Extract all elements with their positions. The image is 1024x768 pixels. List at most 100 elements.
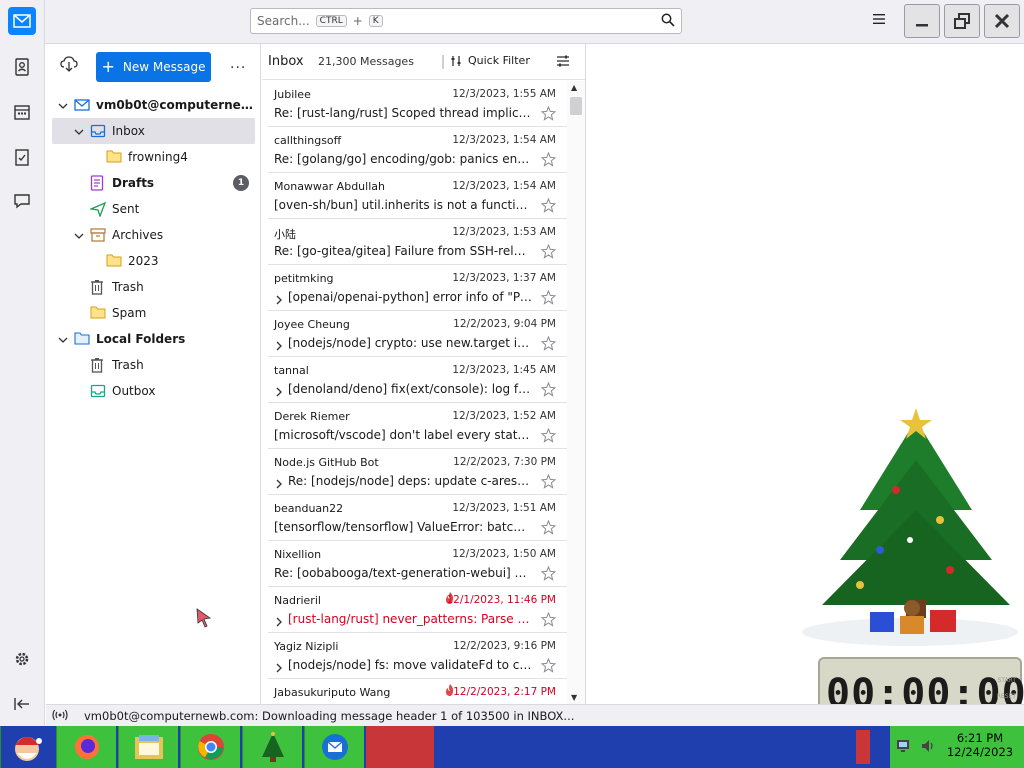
star-icon[interactable] [540,335,557,354]
new-message-button[interactable]: + New Message [96,52,211,82]
folder-row-inbox[interactable]: Inbox [52,118,255,144]
chevron-down-icon[interactable] [58,100,68,110]
star-icon[interactable] [540,565,557,584]
folder-row-drafts[interactable]: Drafts 1 [46,170,261,196]
message-date: 12/3/2023, 1:45 AM [452,364,556,376]
settings-button[interactable] [8,645,36,673]
folder-row-2023[interactable]: 2023 [46,248,261,274]
message-subject: Re: [rust-lang/rust] Scoped thread impli… [274,106,532,120]
search-input[interactable]: Search... CTRL + K [250,8,682,34]
scroll-thumb[interactable] [570,97,582,115]
shortcut-plus: + [352,14,363,28]
scroll-down-icon[interactable]: ▼ [571,693,577,702]
message-subject: [openai/openai-python] error info of "Pr… [288,290,532,304]
app-menu-icon[interactable] [872,12,890,30]
folder-row-archives[interactable]: Archives [46,222,261,248]
message-card[interactable]: 小陆 12/3/2023, 1:53 AM Re: [go-gitea/gitea]… [268,219,568,265]
restore-button[interactable] [944,4,980,38]
star-icon[interactable] [540,289,557,308]
calendar-space-button[interactable] [8,98,36,126]
folder-row-local-folders[interactable]: Local Folders [46,326,261,352]
message-card[interactable]: petitmking 12/3/2023, 1:37 AM [openai/open… [268,265,568,311]
message-card[interactable]: Derek Riemer 12/3/2023, 1:52 AM [microsoft… [268,403,568,449]
chat-space-button[interactable] [8,187,36,215]
chevron-down-icon[interactable] [58,334,68,344]
volume-icon [922,740,933,752]
chevron-right-icon[interactable] [275,662,283,676]
message-list-scrollbar[interactable]: ▲ ▼ [567,81,585,704]
message-date: 12/3/2023, 1:50 AM [452,548,556,560]
trash-icon [90,357,106,373]
message-card[interactable]: Jubilee 12/3/2023, 1:55 AM Re: [rust-lang/… [268,81,568,127]
message-card[interactable]: tannal 12/3/2023, 1:45 AM [denoland/deno] … [268,357,568,403]
folder-row-trash[interactable]: Trash [46,352,261,378]
display-options-button[interactable] [556,54,570,71]
message-card[interactable]: Node.js GitHub Bot 12/2/2023, 7:30 PM Re: … [268,449,568,495]
folder-row-frowning4[interactable]: frowning4 [46,144,261,170]
mail-space-button[interactable] [8,7,36,35]
chevron-right-icon[interactable] [275,616,283,630]
address-book-space-button[interactable] [8,53,36,81]
cloud-download-icon [60,56,78,72]
search-icon[interactable] [661,13,675,30]
folder-row-vm0b0t-computernewb[interactable]: vm0b0t@computernewb... [46,92,261,118]
message-date: 12/3/2023, 1:52 AM [452,410,556,422]
folder-icon [90,305,106,321]
folder-row-spam[interactable]: Spam [46,300,261,326]
start-button[interactable] [0,726,52,768]
close-button[interactable] [984,4,1020,38]
scroll-up-icon[interactable]: ▲ [571,83,577,92]
message-date: 12/3/2023, 1:53 AM [452,226,556,238]
folder-pane-more-button[interactable]: ... [230,56,246,72]
timer-start-button[interactable]: START [997,677,1016,684]
star-icon[interactable] [540,427,557,446]
chevron-right-icon[interactable] [275,386,283,400]
online-status-icon[interactable] [52,709,68,724]
minimize-button[interactable] [904,4,940,38]
taskbar-christmas-tree[interactable] [242,726,302,768]
message-card[interactable]: Monawwar Abdullah 12/3/2023, 1:54 AM [oven… [268,173,568,219]
chevron-right-icon[interactable] [275,294,283,308]
chevron-down-icon[interactable] [74,126,84,136]
taskbar-chrome[interactable] [180,726,240,768]
folder-row-trash[interactable]: Trash [46,274,261,300]
shortcut-key-k: K [368,15,383,27]
message-card[interactable]: Nadrieril 12/1/2023, 11:46 PM [rust-lang/r… [268,587,568,633]
message-card[interactable]: Joyee Cheung 12/2/2023, 9:04 PM [nodejs/no… [268,311,568,357]
folder-row-sent[interactable]: Sent [46,196,261,222]
star-icon[interactable] [540,473,557,492]
taskbar-file-explorer[interactable] [118,726,178,768]
chevron-right-icon[interactable] [275,340,283,354]
star-icon[interactable] [540,105,557,124]
new-message-label: New Message [122,60,206,74]
message-sender: Joyee Cheung [274,318,350,331]
message-card[interactable]: Jabasukuriputo Wang 12/2/2023, 2:17 PM [268,679,568,704]
message-sender: Node.js GitHub Bot [274,456,379,469]
quick-filter-button[interactable]: Quick Filter [450,54,530,67]
star-icon[interactable] [540,611,557,630]
star-icon[interactable] [540,657,557,676]
timer-reset-button[interactable]: RESET [997,693,1016,700]
message-card[interactable]: Yagiz Nizipli 12/2/2023, 9:16 PM [nodejs/n… [268,633,568,679]
folder-row-outbox[interactable]: Outbox [46,378,261,404]
get-messages-button[interactable] [60,56,80,76]
tasks-space-button[interactable] [8,143,36,171]
star-icon[interactable] [540,381,557,400]
network-icon [897,740,909,752]
chevron-right-icon[interactable] [275,478,283,492]
folder-label: Archives [112,228,164,242]
taskbar-clock[interactable]: 6:21 PM 12/24/2023 [944,731,1016,759]
collapse-spaces-button[interactable] [8,690,36,718]
star-icon[interactable] [540,151,557,170]
chrome-icon [197,734,224,760]
message-card[interactable]: beanduan22 12/3/2023, 1:51 AM [tensorflow/… [268,495,568,541]
message-card[interactable]: Nixellion 12/3/2023, 1:50 AM Re: [oobaboog… [268,541,568,587]
star-icon[interactable] [540,519,557,538]
star-icon[interactable] [540,243,557,262]
taskbar-firefox[interactable] [56,726,116,768]
message-card[interactable]: callthingsoff 12/3/2023, 1:54 AM Re: [gola… [268,127,568,173]
trash-icon [90,279,106,295]
taskbar-thunderbird[interactable] [304,726,364,768]
chevron-down-icon[interactable] [74,230,84,240]
star-icon[interactable] [540,197,557,216]
